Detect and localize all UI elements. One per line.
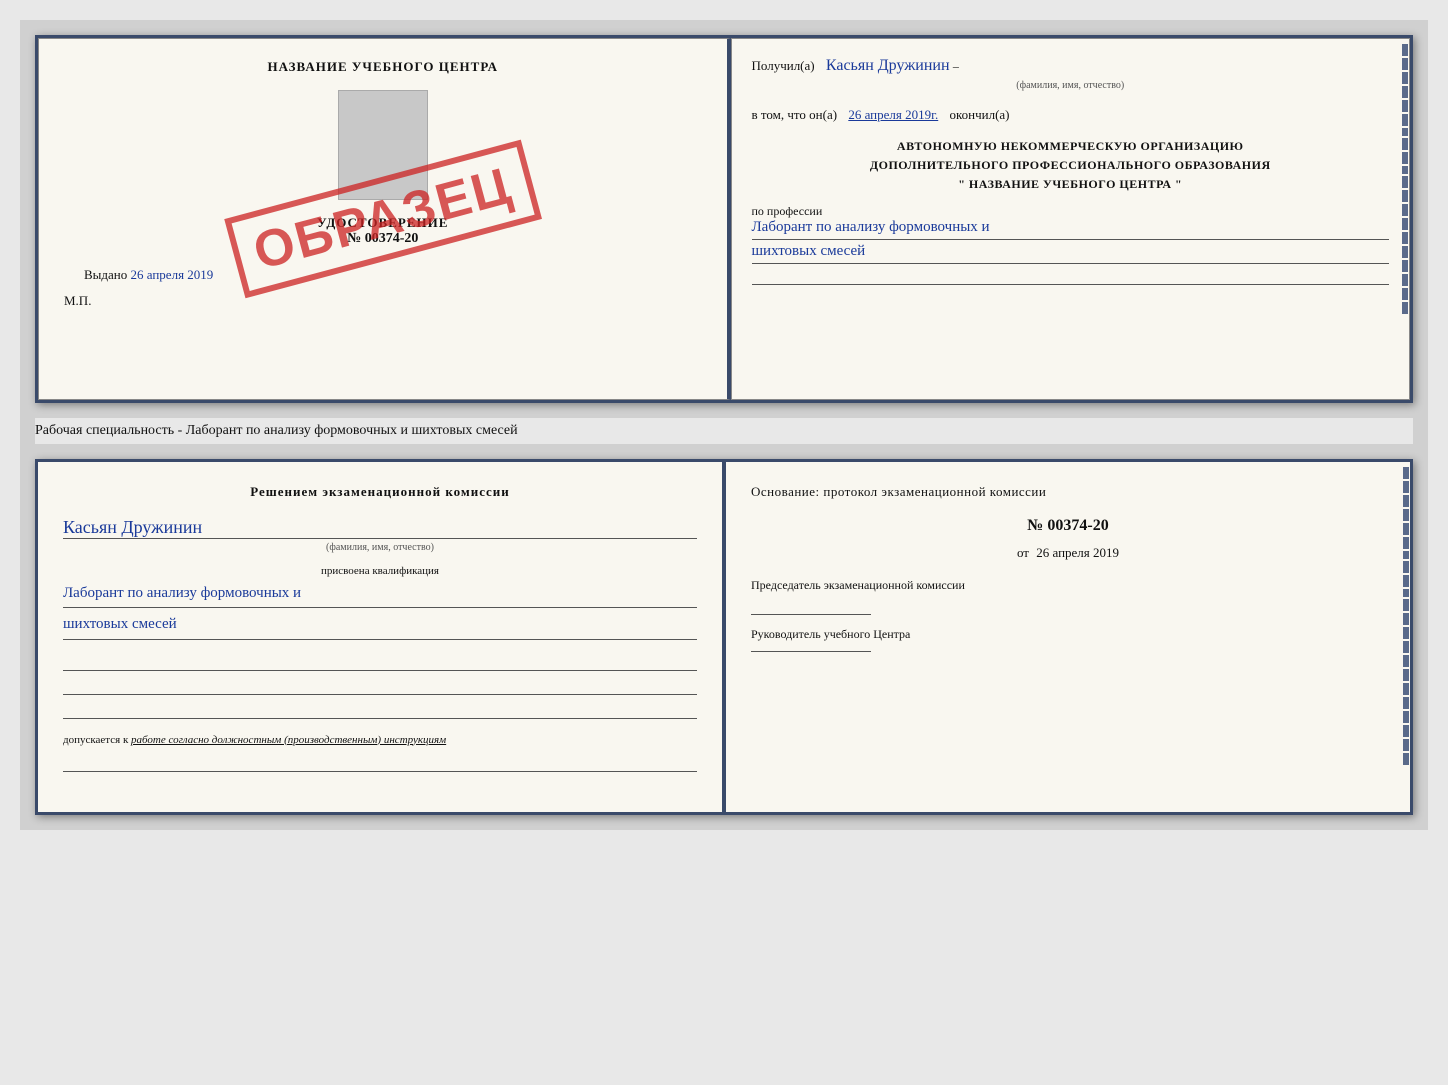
- okonchil-label: окончил(а): [949, 107, 1009, 122]
- bottom-certificate-book: Решением экзаменационной комиссии Касьян…: [35, 459, 1413, 815]
- bottom-fio-small: (фамилия, имя, отчество): [63, 542, 697, 553]
- received-field: Получил(а) Касьян Дружинин – (фамилия, и…: [752, 54, 1390, 93]
- dopuskaetsya-block: допускается к работе согласно должностны…: [63, 734, 697, 746]
- ot-date: 26 апреля 2019: [1036, 545, 1119, 560]
- profession-line2: шихтовых смесей: [752, 243, 1390, 264]
- bottom-right-margin-decoration: [1402, 462, 1410, 812]
- in-that-label: в том, что он(а): [752, 107, 838, 122]
- org-line2: ДОПОЛНИТЕЛЬНОГО ПРОФЕССИОНАЛЬНОГО ОБРАЗО…: [752, 156, 1390, 175]
- vydano-label: Выдано: [84, 267, 127, 282]
- top-certificate-book: НАЗВАНИЕ УЧЕБНОГО ЦЕНТРА УДОСТОВЕРЕНИЕ №…: [35, 35, 1413, 403]
- dopuskaetsya-text: работе согласно должностным (производств…: [131, 734, 446, 746]
- po-professii-label: по профессии: [752, 204, 1390, 219]
- fio-label: (фамилия, имя, отчество): [752, 78, 1390, 93]
- right-margin-decoration: [1401, 39, 1409, 399]
- top-left-page: НАЗВАНИЕ УЧЕБНОГО ЦЕНТРА УДОСТОВЕРЕНИЕ №…: [38, 38, 731, 400]
- protocol-date: от 26 апреля 2019: [751, 545, 1385, 561]
- recipient-name: Касьян Дружинин: [826, 57, 950, 74]
- org-line3: " НАЗВАНИЕ УЧЕБНОГО ЦЕНТРА ": [752, 175, 1390, 194]
- profession-line1: Лаборант по анализу формовочных и: [752, 219, 1390, 240]
- bottom-right-page: Основание: протокол экзаменационной коми…: [726, 462, 1410, 812]
- signature-lines: [63, 655, 697, 719]
- dopuskaetsya-label: допускается к: [63, 734, 128, 746]
- middle-text: Рабочая специальность - Лаборант по анал…: [35, 418, 1413, 444]
- decision-title: Решением экзаменационной комиссии: [63, 482, 697, 502]
- chairman-sig-line: [751, 614, 871, 615]
- date-field: в том, что он(а) 26 апреля 2019г. окончи…: [752, 105, 1390, 125]
- vydano-block: Выдано 26 апреля 2019: [84, 267, 213, 283]
- mp-label: М.П.: [64, 293, 91, 309]
- qualification-line1: Лаборант по анализу формовочных и: [63, 582, 697, 609]
- protocol-number: № 00374-20: [751, 517, 1385, 535]
- page-wrapper: НАЗВАНИЕ УЧЕБНОГО ЦЕНТРА УДОСТОВЕРЕНИЕ №…: [20, 20, 1428, 830]
- vydano-date: 26 апреля 2019: [131, 267, 214, 282]
- udostoverenie-number: № 00374-20: [317, 231, 448, 247]
- received-label: Получил(а): [752, 58, 815, 73]
- rukovoditel-sig-line: [751, 651, 871, 652]
- qualification-line2: шихтовых смесей: [63, 613, 697, 640]
- bottom-name-handwritten: Касьян Дружинин: [63, 517, 697, 539]
- top-left-title: НАЗВАНИЕ УЧЕБНОГО ЦЕНТРА: [267, 59, 498, 75]
- udostoverenie-label: УДОСТОВЕРЕНИЕ: [317, 215, 448, 231]
- bottom-name-block: Касьян Дружинин (фамилия, имя, отчество): [63, 517, 697, 553]
- profession-block: по профессии Лаборант по анализу формово…: [752, 204, 1390, 285]
- bottom-qualification-block: Лаборант по анализу формовочных и шихтов…: [63, 582, 697, 640]
- udostoverenie-block: УДОСТОВЕРЕНИЕ № 00374-20: [317, 215, 448, 247]
- photo-area: [338, 90, 428, 200]
- osnovaniye-label: Основание: протокол экзаменационной коми…: [751, 482, 1385, 502]
- rukovoditel-label: Руководитель учебного Центра: [751, 625, 1385, 643]
- completion-date: 26 апреля 2019г.: [848, 107, 938, 122]
- top-right-page: Получил(а) Касьян Дружинин – (фамилия, и…: [731, 38, 1411, 400]
- bottom-left-page: Решением экзаменационной комиссии Касьян…: [38, 462, 726, 812]
- prisvoena-label: присвоена квалификация: [63, 565, 697, 577]
- org-block: АВТОНОМНУЮ НЕКОММЕРЧЕСКУЮ ОРГАНИЗАЦИЮ ДО…: [752, 137, 1390, 195]
- chairman-label: Председатель экзаменационной комиссии: [751, 576, 1385, 594]
- ot-label: от: [1017, 545, 1029, 560]
- org-line1: АВТОНОМНУЮ НЕКОММЕРЧЕСКУЮ ОРГАНИЗАЦИЮ: [752, 137, 1390, 156]
